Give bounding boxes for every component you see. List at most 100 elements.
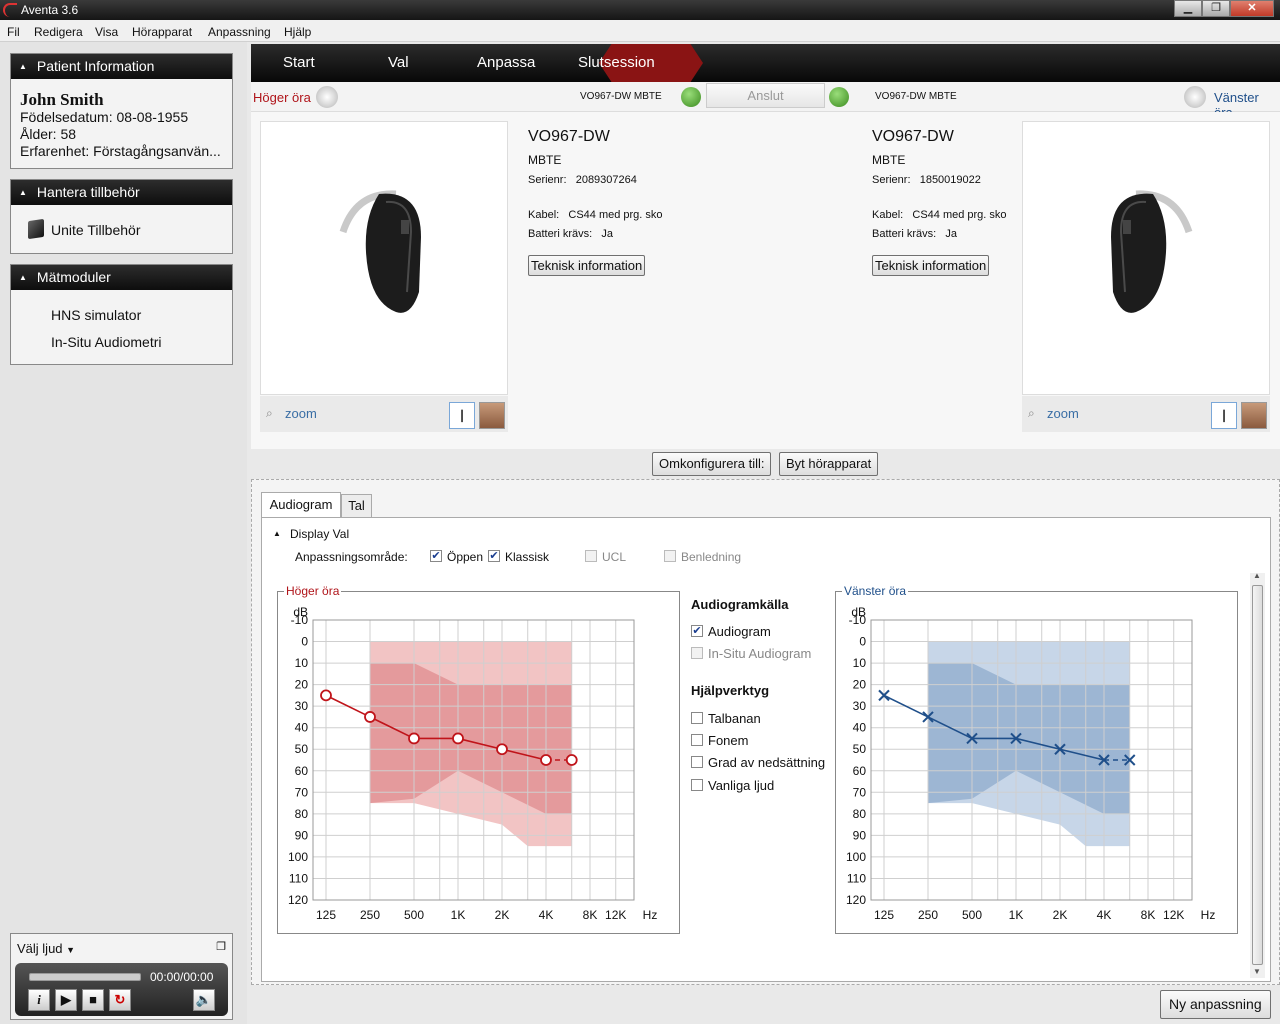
patient-panel: ▲ Patient Information John Smith Födelsed… <box>10 53 233 169</box>
collapse-icon[interactable]: ▲ <box>273 529 281 538</box>
right-serial-label: Serienr: <box>528 174 567 186</box>
left-ear-indicator[interactable] <box>1184 86 1206 108</box>
menu-visa[interactable]: Visa <box>95 25 118 39</box>
checkbox-ucl[interactable] <box>585 550 597 562</box>
volume-button[interactable]: 🔈 <box>193 989 215 1011</box>
accessories-panel-header[interactable]: ▲ Hantera tillbehör <box>11 180 232 205</box>
data-point <box>540 754 552 766</box>
right-device-image <box>260 121 508 395</box>
loop-icon: ↻ <box>114 992 126 1007</box>
loop-button[interactable]: ↻ <box>109 989 131 1011</box>
y-tick-label: 80 <box>853 807 867 821</box>
accessory-unite[interactable]: Unite Tillbehör <box>51 222 141 238</box>
sound-select[interactable]: Välj ljud ▼ <box>17 941 75 956</box>
main-tab-bar: Start Val Anpassa Slutsession <box>251 44 1280 82</box>
modules-panel-header[interactable]: ▲ Mätmoduler <box>11 265 232 290</box>
play-button[interactable]: ▶ <box>55 989 77 1011</box>
y-tick-label: 60 <box>853 764 867 778</box>
checkbox-vanliga-ljud[interactable] <box>691 779 703 791</box>
swap-device-button[interactable]: Byt hörapparat <box>779 452 879 476</box>
menu-redigera[interactable]: Redigera <box>34 25 83 39</box>
left-tech-info-button[interactable]: Teknisk information <box>872 255 990 276</box>
data-point <box>565 754 578 766</box>
y-tick-label: 70 <box>853 785 867 799</box>
left-model-name: VO967-DW <box>872 128 954 145</box>
y-tick-label: 40 <box>295 721 309 735</box>
right-zoom-link[interactable]: zoom <box>285 406 317 421</box>
new-fitting-button[interactable]: Ny anpassning <box>1160 990 1271 1019</box>
tab-val[interactable]: Val <box>388 54 409 71</box>
close-button[interactable]: ✕ <box>1230 0 1274 17</box>
checkbox-benledning[interactable] <box>664 550 676 562</box>
scroll-down-icon[interactable]: ▼ <box>1253 967 1261 976</box>
checkbox-talbanan[interactable] <box>691 712 703 724</box>
tab-anpassa[interactable]: Anpassa <box>477 54 535 71</box>
left-zoom-link[interactable]: zoom <box>1047 406 1079 421</box>
checkbox-talbanan-label: Talbanan <box>708 711 761 726</box>
menu-bar: Fil Redigera Visa Hörapparat Anpassning … <box>0 20 1280 42</box>
left-serial: 1850019022 <box>919 174 981 186</box>
tab-audiogram[interactable]: Audiogram <box>261 492 341 518</box>
x-tick-label: 12K <box>605 908 626 922</box>
y-tick-label: 100 <box>846 850 866 864</box>
checkbox-klassisk[interactable]: ✔ <box>488 550 500 562</box>
right-tech-info-button[interactable]: Teknisk information <box>528 255 646 276</box>
x-tick-label: 500 <box>404 908 424 922</box>
menu-horapparat[interactable]: Hörapparat <box>132 25 192 39</box>
seek-bar[interactable] <box>29 973 141 981</box>
checkbox-audiogram[interactable]: ✔ <box>691 625 703 637</box>
x-tick-label: 12K <box>1163 908 1184 922</box>
ear-view-thumb[interactable] <box>479 402 505 429</box>
x-tick-label: 250 <box>918 908 938 922</box>
tab-start[interactable]: Start <box>283 54 315 71</box>
right-zoom-bar: ⌕ zoom ❘ <box>260 396 508 432</box>
device-area: ⌕ zoom ❘ VO967-DW MBTE Serienr: 20893072… <box>251 112 1280 449</box>
device-view-thumb[interactable]: ❘ <box>1211 402 1237 429</box>
player-time: 00:00/00:00 <box>150 970 214 984</box>
stop-button[interactable]: ■ <box>82 989 104 1011</box>
y-tick-label: 10 <box>853 656 867 670</box>
info-button[interactable]: i <box>28 989 50 1011</box>
y-tick-label: 90 <box>853 828 867 842</box>
patient-panel-header[interactable]: ▲ Patient Information <box>11 54 232 79</box>
tab-slutsession[interactable]: Slutsession <box>578 54 655 71</box>
checkbox-oppen[interactable]: ✔ <box>430 550 442 562</box>
checkbox-audiogram-label: Audiogram <box>708 624 771 639</box>
reconfigure-button[interactable]: Omkonfigurera till: <box>652 452 772 476</box>
scrollbar-thumb[interactable] <box>1252 585 1263 965</box>
y-tick-label: 110 <box>289 871 308 885</box>
data-point <box>452 732 464 745</box>
data-point <box>496 743 508 756</box>
collapse-icon: ▲ <box>19 273 27 282</box>
y-tick-label: -10 <box>849 613 867 627</box>
menu-hjalp[interactable]: Hjälp <box>284 25 311 39</box>
right-ear-indicator[interactable] <box>316 86 338 108</box>
audiogram-tab-content: ▲ Display Val Anpassningsområde: ✔ Öppen… <box>261 517 1271 982</box>
hearing-aid-icon: ❘ <box>1218 408 1230 422</box>
ear-view-thumb[interactable] <box>1241 402 1267 429</box>
fit-range-label: Anpassningsområde: <box>295 550 408 564</box>
undock-icon[interactable]: ❐ <box>216 940 226 953</box>
left-model-type: MBTE <box>872 153 906 167</box>
module-hns-simulator[interactable]: HNS simulator <box>51 307 141 323</box>
vertical-scrollbar[interactable]: ▲ ▼ <box>1250 571 1265 978</box>
x-tick-label: 500 <box>962 908 982 922</box>
checkbox-in-situ-audiogram[interactable] <box>691 647 703 659</box>
left-battery-label: Batteri krävs: <box>872 228 937 240</box>
module-in-situ-audiometry[interactable]: In-Situ Audiometri <box>51 334 162 350</box>
maximize-button[interactable]: ❐ <box>1202 0 1230 17</box>
tab-tal[interactable]: Tal <box>341 494 372 518</box>
right-battery-label: Batteri krävs: <box>528 228 593 240</box>
menu-fil[interactable]: Fil <box>7 25 20 39</box>
menu-anpassning[interactable]: Anpassning <box>208 25 271 39</box>
checkbox-grad-av-nedsattning[interactable] <box>691 756 703 768</box>
right-battery: Ja <box>601 228 613 240</box>
left-cable-label: Kabel: <box>872 209 904 221</box>
device-view-thumb[interactable]: ❘ <box>449 402 475 429</box>
scroll-up-icon[interactable]: ▲ <box>1253 571 1261 580</box>
checkbox-fonem[interactable] <box>691 734 703 746</box>
connect-button[interactable]: Anslut <box>706 83 825 108</box>
collapse-icon: ▲ <box>19 62 27 71</box>
minimize-button[interactable]: ▁ <box>1174 0 1202 17</box>
y-tick-label: 30 <box>295 699 309 713</box>
